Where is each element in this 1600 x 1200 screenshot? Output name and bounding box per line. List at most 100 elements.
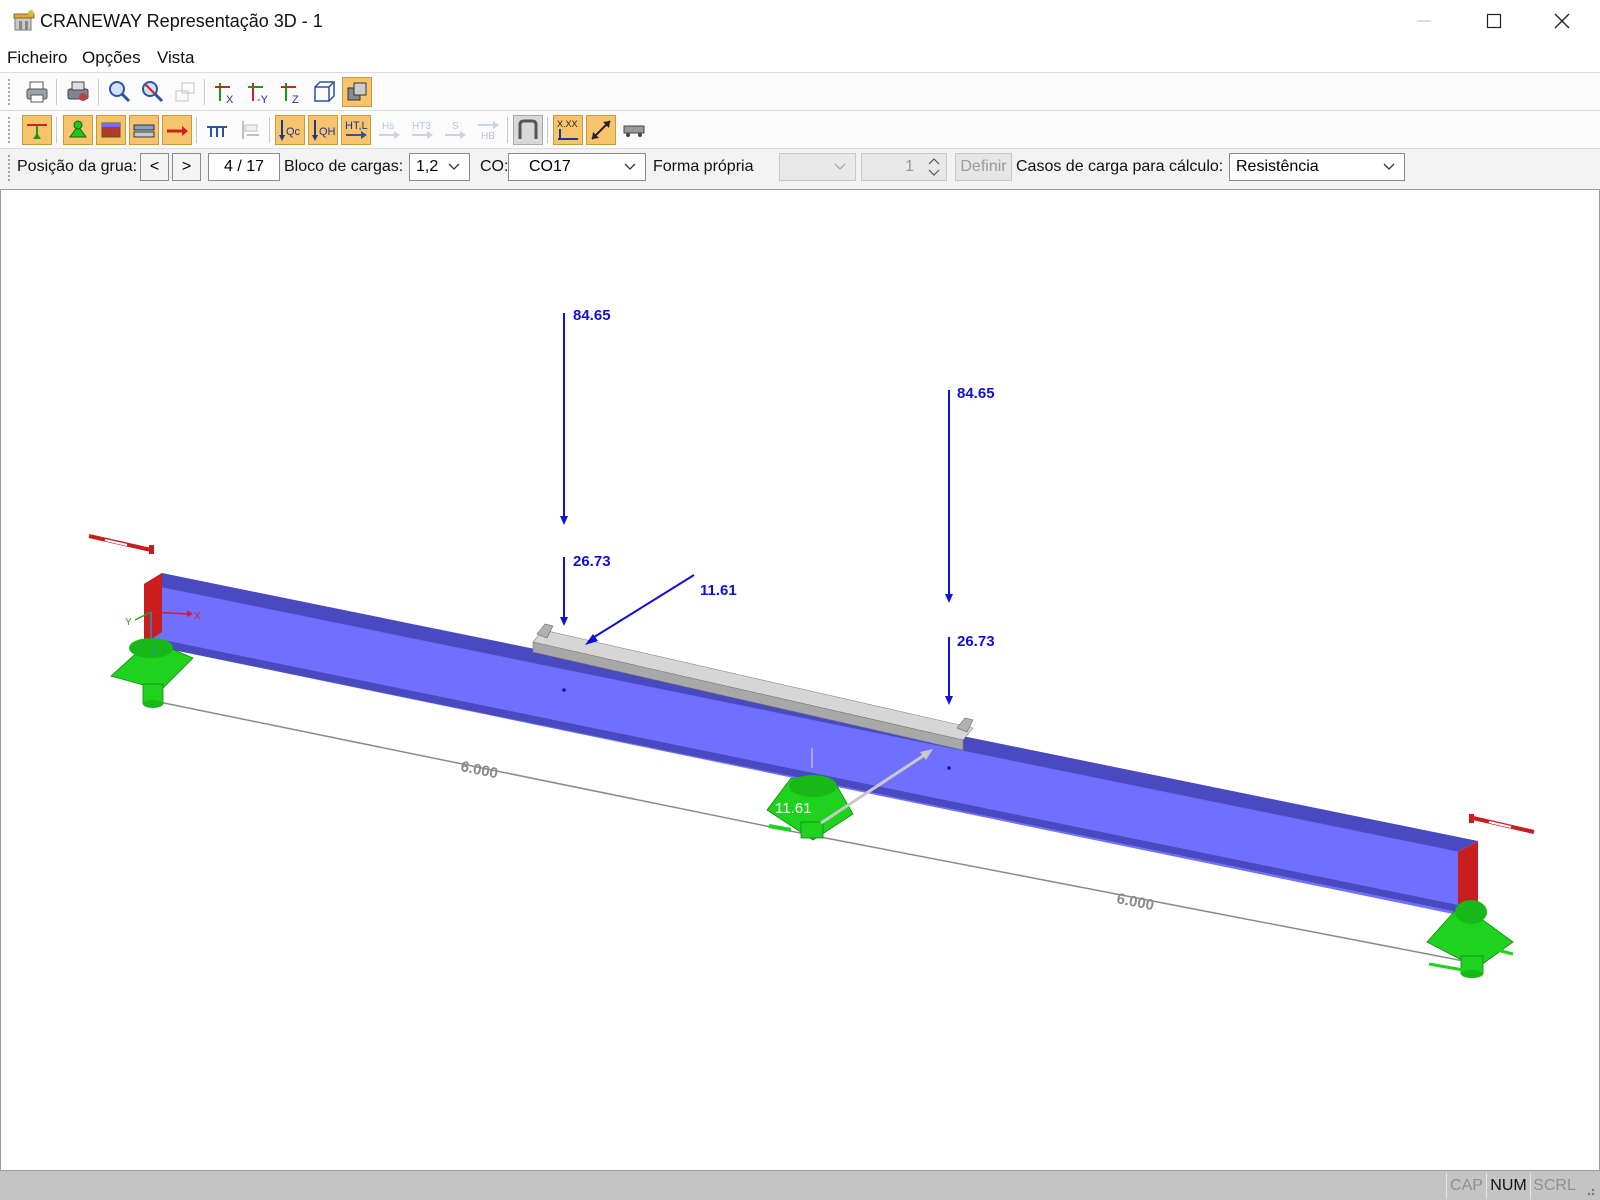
co-label: CO: [480,158,509,175]
load-point-marker [562,688,566,692]
load-vertical-1[interactable]: 84.65 [560,307,611,525]
toolbar-separator [196,117,197,143]
crane-runway-beam[interactable] [143,573,1478,915]
zoom-reset-button[interactable] [137,77,167,107]
model-scene[interactable]: 6.000 6.000 84.65 26.73 11.61 84.65 26.7… [1,190,1599,1170]
render-solid-button[interactable] [342,77,372,107]
dimensions-button[interactable] [586,115,616,145]
zoom-icon [109,81,131,103]
load-vertical-4[interactable]: 26.73 [945,633,995,705]
svg-text:Z: Z [292,94,299,105]
zoom-button[interactable] [104,77,134,107]
menu-opcoes[interactable]: Opções [82,48,141,68]
view-x-icon: X [215,83,234,105]
horizontal-load-hs-icon: Hs [379,121,400,139]
view-minus-y-button[interactable]: -Y [243,77,273,107]
beam-end-left [144,573,162,644]
loads-button[interactable] [162,115,192,145]
view-z-button[interactable]: Z [276,77,306,107]
chevron-down-icon [834,163,846,170]
support-base [143,700,163,708]
horizontal-load-htl-button[interactable]: HT,L [341,115,371,145]
print-button[interactable] [22,77,52,107]
wheel-loads-button[interactable] [202,115,232,145]
chevron-down-icon [624,163,636,170]
toolbar-separator [56,117,57,143]
support-right[interactable] [1426,900,1514,978]
members-button[interactable] [96,115,126,145]
section-button[interactable] [513,115,543,145]
isometric-button[interactable] [309,77,339,107]
load-vertical-2[interactable]: 26.73 [560,553,611,626]
svg-text:X.XX: X.XX [557,119,578,129]
support-base [1461,970,1483,978]
load-label: 84.65 [957,385,995,402]
release-marker-right[interactable] [1469,814,1535,834]
crane-button[interactable] [619,115,649,145]
svg-text:S: S [452,121,459,132]
view-x-button[interactable]: X [210,77,240,107]
status-num: NUM [1486,1173,1530,1199]
horizontal-load-ht3-icon: HT3 [412,121,433,139]
toolbar-grip[interactable] [8,155,12,181]
minimize-icon [1417,20,1431,22]
vertical-load-qc-button[interactable]: Qc [275,115,305,145]
support-hinge [1455,900,1487,924]
horizontal-load-s-button[interactable]: S [440,115,470,145]
prev-position-button[interactable]: < [140,153,169,181]
co-select[interactable]: CO17 [508,153,646,181]
resize-grip-icon[interactable] [1582,1183,1596,1197]
horizontal-load-ht3-button[interactable]: HT3 [407,115,437,145]
values-button[interactable]: X.XX [553,115,583,145]
co-value: CO17 [529,158,571,175]
dimension-label: 6.000 [459,758,499,782]
toolbar-separator [204,79,205,105]
view-all-button[interactable] [170,77,200,107]
support-hinge [789,775,837,797]
status-bar: CAP NUM SCRL [0,1170,1600,1200]
eigenform-spinner[interactable] [922,154,946,180]
load-block-select[interactable]: 1,2 [409,153,470,181]
craneway-app-icon [13,10,35,31]
release-marker-left[interactable] [88,534,154,554]
runway-button[interactable] [129,115,159,145]
render-solid-icon [347,82,367,101]
toolbar-view: X -Y Z [0,72,1600,110]
supports-button[interactable] [63,115,93,145]
load-block-value: 1,2 [416,158,439,175]
horizontal-load-hs-button[interactable]: Hs [374,115,404,145]
wheel-loads-icon [207,126,227,137]
buffer-button[interactable] [235,115,265,145]
load-label: 26.73 [573,553,611,570]
beam-bottom-flange [144,636,1458,912]
horizontal-load-hb-button[interactable]: HB [473,115,503,145]
toolbar-grip[interactable] [8,117,12,143]
3d-viewport[interactable]: 6.000 6.000 84.65 26.73 11.61 84.65 26.7… [0,190,1600,1170]
members-icon [101,122,121,138]
load-arrowhead [945,696,953,705]
maximize-icon [1486,13,1502,29]
section-icon [518,119,538,139]
load-vertical-3[interactable]: 84.65 [945,385,995,603]
eigenform-select[interactable] [779,153,856,181]
close-button[interactable] [1530,0,1594,42]
crane-position-button[interactable] [22,115,52,145]
dimensions-icon [591,120,611,140]
vertical-load-qh-button[interactable]: QH [308,115,338,145]
menu-vista[interactable]: Vista [157,48,195,68]
position-field[interactable]: 4 / 17 [208,153,280,181]
toolbar-grip[interactable] [8,79,12,105]
maximize-button[interactable] [1462,0,1526,42]
print-graphic-button[interactable] [63,77,93,107]
minimize-button[interactable] [1392,0,1456,42]
status-cap: CAP [1446,1173,1486,1199]
load-cases-select[interactable]: Resistência [1229,153,1405,181]
release-end [149,545,154,554]
define-button[interactable]: Definir [955,153,1012,181]
next-position-button[interactable]: > [172,153,201,181]
menu-bar: Ficheiro Opções Vista [0,44,1600,72]
menu-ficheiro[interactable]: Ficheiro [7,48,67,68]
crane-icon [623,125,645,137]
load-block-label: Bloco de cargas: [284,158,404,175]
load-horizontal-1[interactable]: 11.61 [585,574,737,645]
